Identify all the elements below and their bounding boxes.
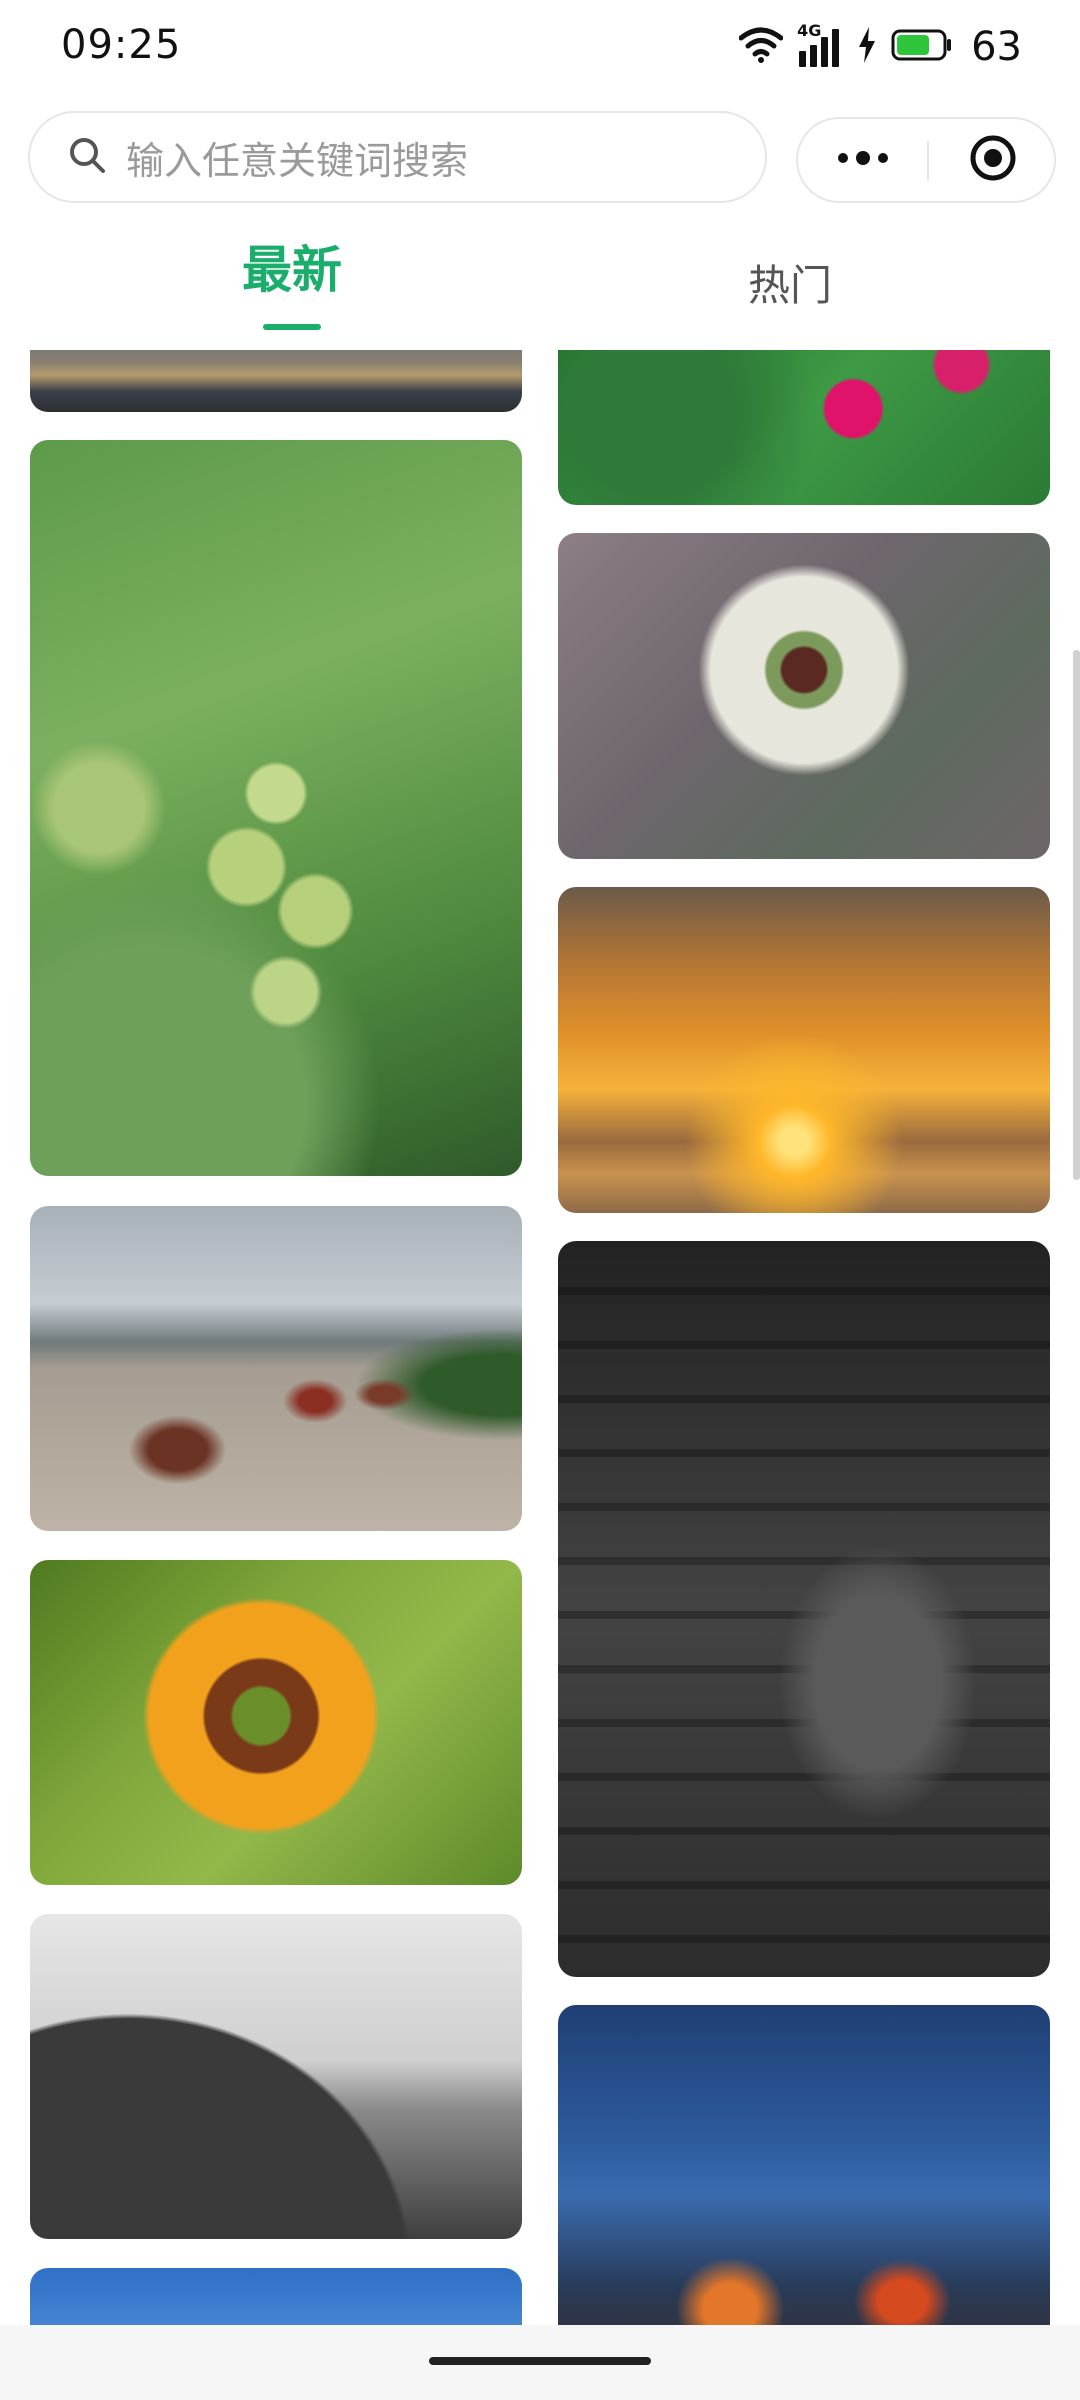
image-card-sky[interactable] xyxy=(30,2268,522,2325)
image-card-sunflower[interactable] xyxy=(30,1560,522,1885)
search-input[interactable]: 输入任意关键词搜索 xyxy=(28,111,767,203)
search-placeholder: 输入任意关键词搜索 xyxy=(126,138,469,183)
image-card-birds[interactable] xyxy=(30,1914,522,2239)
status-icons: 4G 63 xyxy=(738,21,1022,70)
close-miniprogram-button[interactable] xyxy=(929,119,1056,201)
search-icon xyxy=(68,136,106,178)
image-card-boats[interactable] xyxy=(30,1206,522,1531)
active-tab-indicator xyxy=(263,324,321,330)
navigation-bar xyxy=(0,2325,1080,2400)
more-button[interactable] xyxy=(798,119,927,201)
image-card-sunset[interactable] xyxy=(558,887,1050,1213)
image-card-grapes[interactable] xyxy=(30,440,522,1176)
status-bar: 09:25 4G 63 xyxy=(0,0,1080,96)
cellular-signal-icon: 4G xyxy=(797,21,843,69)
image-feed[interactable] xyxy=(0,350,1080,2325)
image-card-monochrome-hands[interactable] xyxy=(558,1241,1050,1977)
tab-hot[interactable]: 热门 xyxy=(748,252,832,313)
battery-percent: 63 xyxy=(971,24,1022,70)
tab-latest[interactable]: 最新 xyxy=(242,230,342,302)
image-card-city-night[interactable] xyxy=(558,2005,1050,2325)
battery-icon xyxy=(891,28,953,66)
wifi-icon xyxy=(738,26,784,68)
status-time: 09:25 xyxy=(61,22,182,68)
image-card-queen-annes-lace[interactable] xyxy=(558,533,1050,859)
capsule-menu xyxy=(796,117,1056,203)
more-dots-icon xyxy=(835,148,891,172)
image-card-river-dusk[interactable] xyxy=(30,350,522,412)
app-screen: 09:25 4G 63 输入任意关键词搜索 最新 热门 xyxy=(0,0,1080,2400)
image-card-pink-flower[interactable] xyxy=(558,350,1050,505)
feed-scrollbar[interactable] xyxy=(1073,650,1080,1180)
target-close-icon xyxy=(968,133,1018,187)
charging-bolt-icon xyxy=(857,27,877,67)
home-indicator[interactable] xyxy=(429,2357,651,2365)
